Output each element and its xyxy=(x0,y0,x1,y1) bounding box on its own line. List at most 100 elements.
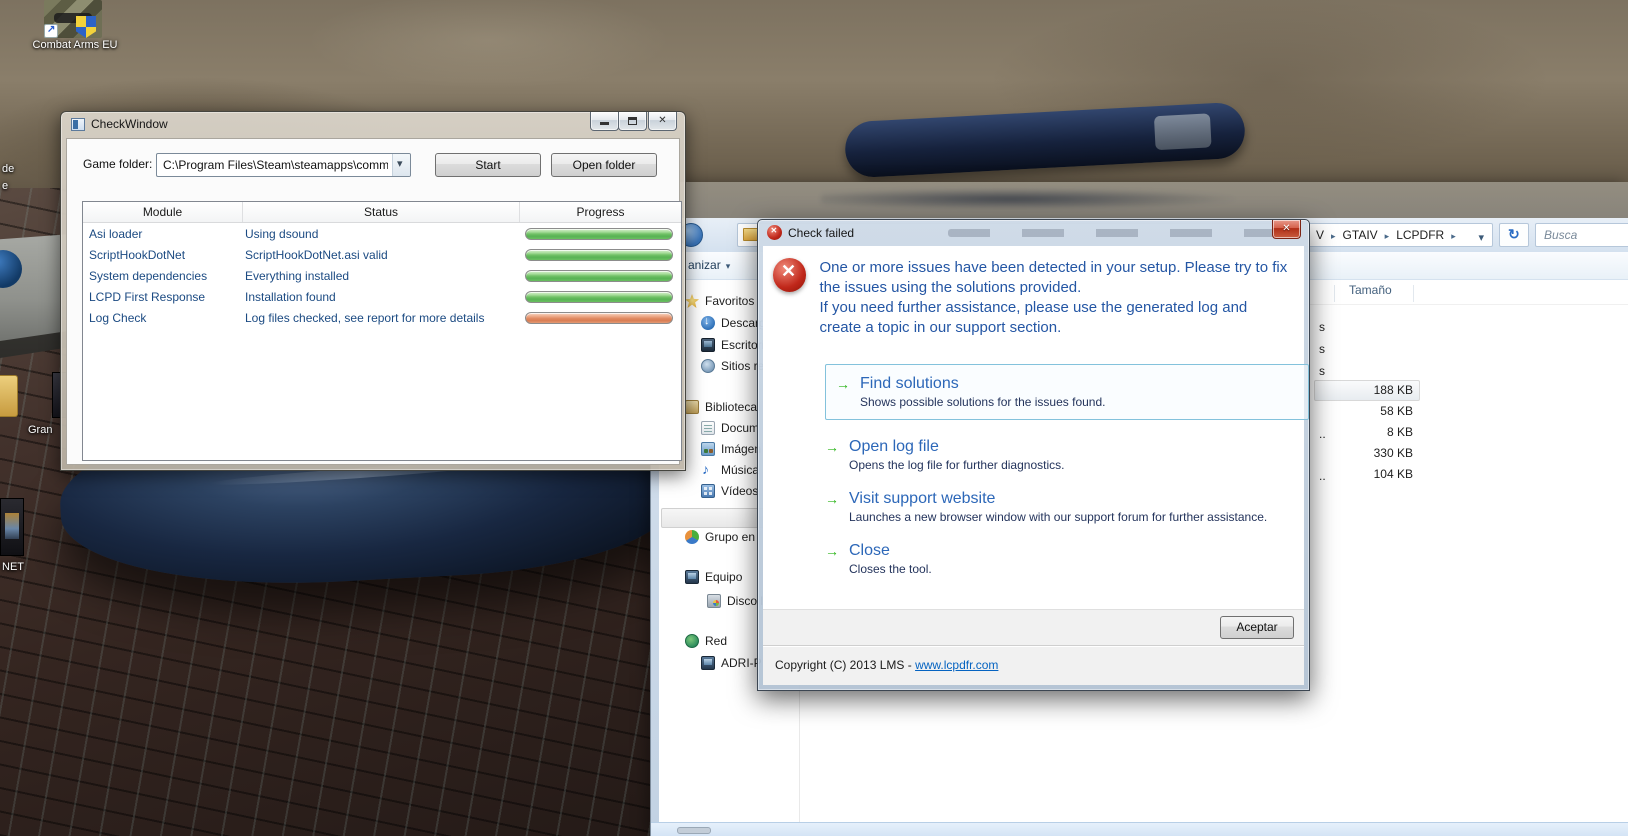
app-window-icon xyxy=(71,118,85,131)
filename-fragment: s xyxy=(1319,320,1325,334)
homegroup-icon xyxy=(685,530,699,544)
sidebar-item-videos[interactable]: Vídeos xyxy=(701,482,758,500)
edge-folder-icon[interactable] xyxy=(0,375,18,417)
computer-icon xyxy=(685,570,699,584)
maximize-button[interactable] xyxy=(618,112,647,131)
combobox-dropdown-icon[interactable] xyxy=(392,154,410,176)
chevron-right-icon xyxy=(1331,228,1336,242)
edge-icon-label-de[interactable]: de xyxy=(2,163,14,175)
breadcrumb-fragment[interactable]: V xyxy=(1316,228,1324,242)
explorer-titlebar-glass[interactable] xyxy=(651,182,1628,218)
checkwindow[interactable]: CheckWindow Game folder: C:\Program File… xyxy=(60,111,686,471)
table-row[interactable]: System dependencies Everything installed xyxy=(83,265,681,286)
table-row[interactable]: Log Check Log files checked, see report … xyxy=(83,307,681,328)
breadcrumb-item-lcpdfr[interactable]: LCPDFR xyxy=(1396,228,1444,242)
organize-menu-button[interactable]: anizar xyxy=(688,258,730,272)
error-icon xyxy=(767,225,782,240)
search-box[interactable]: Busca xyxy=(1535,223,1628,247)
glass-transparency-smudge xyxy=(948,229,1278,237)
breadcrumb-item-gtaiv[interactable]: GTAIV xyxy=(1343,228,1378,242)
filename-fragment: .. xyxy=(1319,469,1326,483)
dialog-close-button[interactable] xyxy=(1272,220,1301,239)
sidebar-item-musica[interactable]: Música xyxy=(701,461,759,479)
column-separator[interactable] xyxy=(1413,285,1414,302)
start-button[interactable]: Start xyxy=(435,153,541,177)
filename-fragment: s xyxy=(1319,342,1325,356)
main-instruction: One or more issues have been detected in… xyxy=(819,258,1290,338)
file-size: 188 KB xyxy=(1335,383,1413,397)
dialog-titlebar[interactable]: Check failed xyxy=(767,225,854,240)
edge-game-box-icon-2[interactable] xyxy=(0,498,24,556)
game-folder-combobox[interactable]: C:\Program Files\Steam\steamapps\commc xyxy=(156,153,411,177)
sidebar-section-grupo-hogar[interactable]: Grupo en xyxy=(685,528,755,546)
network-icon xyxy=(685,634,699,648)
game-folder-label: Game folder: xyxy=(83,157,152,171)
sidebar-item-escritorio[interactable]: Escritori xyxy=(701,336,764,354)
edge-icon-label-e[interactable]: e xyxy=(2,180,8,192)
favorites-star-icon xyxy=(685,294,699,308)
column-separator[interactable] xyxy=(1334,285,1335,302)
file-size: 8 KB xyxy=(1335,425,1413,439)
aceptar-button[interactable]: Aceptar xyxy=(1220,616,1294,639)
music-note-icon xyxy=(701,463,715,477)
close-button[interactable] xyxy=(648,112,677,131)
minimize-button[interactable] xyxy=(590,112,619,131)
focused-command-link-box[interactable]: Find solutions Shows possible solutions … xyxy=(825,364,1309,420)
error-icon-large xyxy=(773,258,806,292)
sidebar-section-favoritos[interactable]: Favoritos xyxy=(685,292,754,310)
column-header-module[interactable]: Module xyxy=(83,202,243,222)
refresh-button[interactable] xyxy=(1499,223,1529,247)
column-header-progress[interactable]: Progress xyxy=(520,202,681,222)
sidebar-item-imagenes[interactable]: Imágen xyxy=(701,440,761,458)
column-header-status[interactable]: Status xyxy=(243,202,520,222)
sidebar-item-documentos[interactable]: Docum xyxy=(701,419,759,437)
desktop-icon-label[interactable]: Combat Arms EU xyxy=(18,39,132,51)
progress-bar-green xyxy=(525,270,673,282)
sidebar-item-adri-pc[interactable]: ADRI-P xyxy=(701,654,762,672)
sidebar-section-red[interactable]: Red xyxy=(685,632,727,650)
lcpdfr-link[interactable]: www.lcpdfr.com xyxy=(915,658,998,672)
command-link-visit-support[interactable]: Visit support website Launches a new bro… xyxy=(825,489,1309,524)
table-row[interactable]: Asi loader Using dsound xyxy=(83,223,681,244)
desktop-monitor-icon xyxy=(701,338,715,352)
command-link-find-solutions[interactable]: Find solutions Shows possible solutions … xyxy=(836,374,1298,409)
videos-film-icon xyxy=(701,484,715,498)
green-arrow-icon xyxy=(825,489,841,524)
sidebar-section-equipo[interactable]: Equipo xyxy=(685,568,742,586)
game-folder-row: Game folder: C:\Program Files\Steam\stea… xyxy=(67,151,679,179)
table-row[interactable]: ScriptHookDotNet ScriptHookDotNet.asi va… xyxy=(83,244,681,265)
edge-icon-label-gran[interactable]: Gran xyxy=(28,424,52,436)
maximize-icon xyxy=(628,117,637,125)
command-links: Find solutions Shows possible solutions … xyxy=(825,364,1309,576)
table-row[interactable]: LCPD First Response Installation found xyxy=(83,286,681,307)
file-size: 330 KB xyxy=(1335,446,1413,460)
search-placeholder: Busca xyxy=(1544,228,1577,242)
edge-icon-label-net[interactable]: NET xyxy=(2,561,24,573)
pc-icon xyxy=(701,656,715,670)
file-size: 104 KB xyxy=(1335,467,1413,481)
module-status-table[interactable]: Module Status Progress Asi loader Using … xyxy=(82,201,682,461)
sidebar-item-sitios-recientes[interactable]: Sitios re xyxy=(701,357,764,375)
progress-bar-green xyxy=(525,228,673,240)
sidebar-section-bibliotecas[interactable]: Biblioteca xyxy=(685,398,757,416)
libraries-icon xyxy=(685,400,699,414)
details-pane xyxy=(651,822,1628,836)
sidebar-item-descargas[interactable]: Descarg xyxy=(701,314,766,332)
progress-bar-green xyxy=(525,249,673,261)
window-title: CheckWindow xyxy=(91,117,168,131)
chevron-right-icon xyxy=(1451,228,1456,242)
check-failed-dialog[interactable]: Check failed One or more issues have bee… xyxy=(757,219,1310,691)
open-folder-button[interactable]: Open folder xyxy=(551,153,657,177)
dialog-body: One or more issues have been detected in… xyxy=(763,246,1304,685)
filename-fragment: .. xyxy=(1319,427,1326,441)
command-link-close[interactable]: Close Closes the tool. xyxy=(825,541,1309,576)
horizontal-scrollbar-thumb[interactable] xyxy=(677,827,711,834)
dialog-button-bar: Aceptar xyxy=(763,609,1304,645)
command-link-open-log-file[interactable]: Open log file Opens the log file for fur… xyxy=(825,437,1309,472)
table-header-row: Module Status Progress xyxy=(83,202,681,223)
size-column-header[interactable]: Tamaño xyxy=(1349,283,1392,297)
checkwindow-titlebar[interactable]: CheckWindow xyxy=(71,117,168,131)
address-dropdown-icon[interactable] xyxy=(1478,228,1484,246)
green-arrow-icon xyxy=(825,541,841,576)
copyright-line: Copyright (C) 2013 LMS - www.lcpdfr.com xyxy=(775,658,998,672)
